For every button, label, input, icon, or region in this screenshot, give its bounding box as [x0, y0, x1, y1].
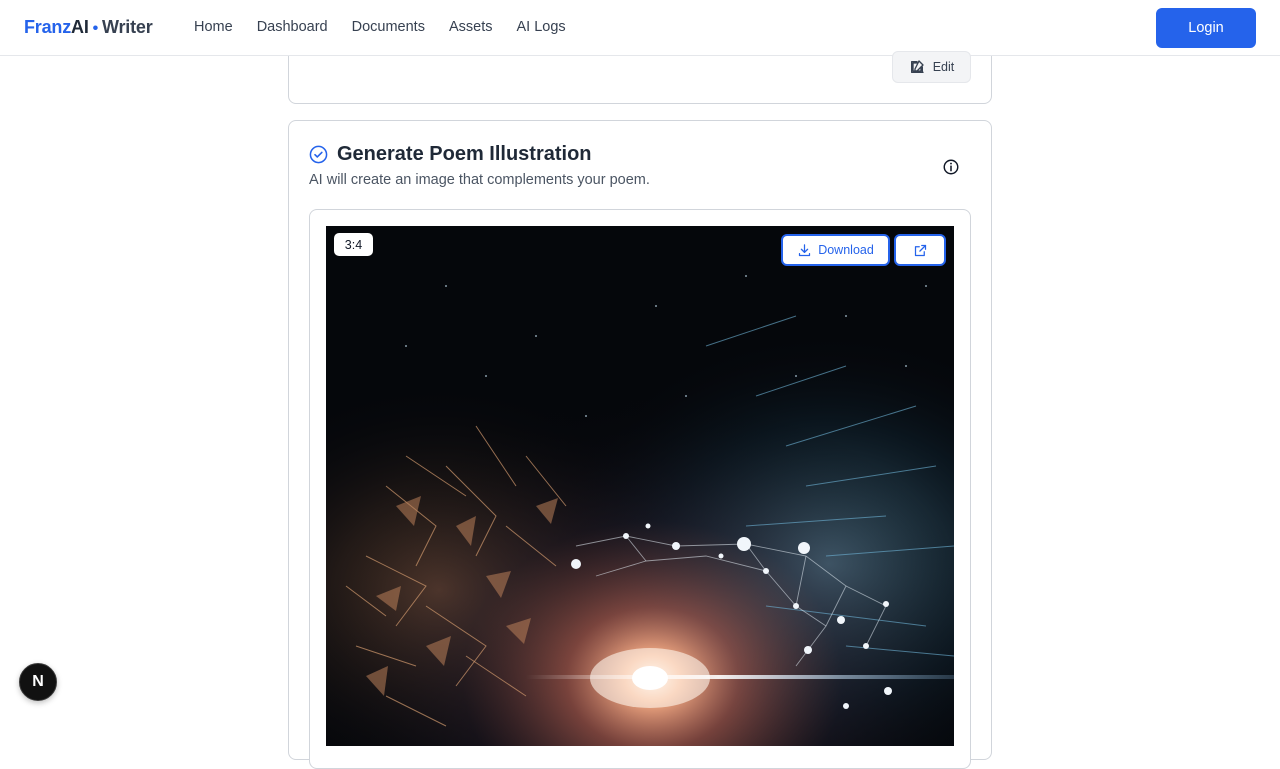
- download-icon: [799, 243, 811, 256]
- brand-part-2: AI: [71, 17, 89, 37]
- download-button[interactable]: Download: [781, 234, 890, 266]
- info-icon[interactable]: [942, 158, 960, 176]
- check-circle-icon: [309, 145, 328, 164]
- edit-label: Edit: [932, 60, 955, 74]
- brand-part-3: Writer: [102, 17, 153, 37]
- brand-separator: •: [92, 20, 99, 37]
- brand-logo[interactable]: FranzAI • Writer: [24, 17, 153, 38]
- nav-dashboard[interactable]: Dashboard: [257, 19, 328, 35]
- nav-assets[interactable]: Assets: [449, 19, 493, 35]
- nav-documents[interactable]: Documents: [352, 19, 425, 35]
- edit-button[interactable]: Edit: [892, 51, 971, 83]
- external-link-icon: [914, 244, 926, 256]
- edit-icon: [910, 60, 924, 73]
- brand-part-1: Franz: [24, 17, 72, 37]
- dev-tools-badge[interactable]: N: [19, 663, 57, 701]
- card-subtitle: AI will create an image that complements…: [309, 172, 650, 188]
- card-title: Generate Poem Illustration: [337, 143, 592, 165]
- login-button[interactable]: Login: [1156, 8, 1256, 48]
- main-nav: Home Dashboard Documents Assets AI Logs: [194, 19, 566, 35]
- generated-illustration: [326, 226, 954, 746]
- download-label: Download: [818, 243, 874, 257]
- illustration-artwork: [326, 226, 954, 746]
- nav-home[interactable]: Home: [194, 19, 233, 35]
- top-navbar: FranzAI • Writer Home Dashboard Documents …: [0, 0, 1280, 56]
- nav-ai-logs[interactable]: AI Logs: [516, 19, 565, 35]
- open-in-new-tab-button[interactable]: [894, 234, 946, 266]
- aspect-ratio-badge: 3:4: [334, 233, 373, 256]
